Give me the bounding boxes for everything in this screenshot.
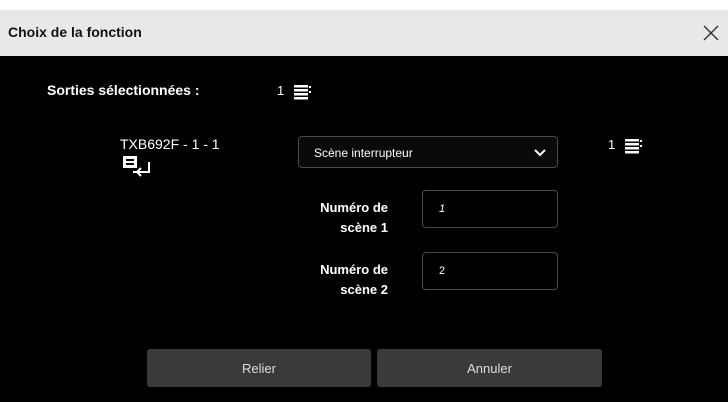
- selected-outputs-count: 1: [277, 83, 285, 98]
- scene-1-input[interactable]: [422, 190, 558, 228]
- close-icon[interactable]: [700, 22, 722, 44]
- selected-outputs-label: Sorties sélectionnées :: [47, 82, 200, 98]
- cancel-button[interactable]: Annuler: [377, 349, 602, 387]
- device-name: TXB692F - 1 - 1: [120, 136, 220, 152]
- function-choice-dialog: Choix de la fonction Sorties sélectionné…: [0, 10, 728, 402]
- function-select[interactable]: Scène interrupteur: [298, 136, 558, 168]
- output-count: 1: [608, 137, 616, 152]
- function-select-value: Scène interrupteur: [314, 146, 413, 160]
- outputs-stack-icon: [294, 85, 311, 100]
- scene-2-label: Numéro de scène 2: [320, 262, 388, 297]
- scene-2-input[interactable]: [422, 252, 558, 290]
- dialog-titlebar: Choix de la fonction: [0, 10, 728, 56]
- link-button[interactable]: Relier: [147, 349, 371, 387]
- scene-1-label: Numéro de scène 1: [320, 200, 388, 235]
- dialog-title: Choix de la fonction: [8, 24, 142, 40]
- device-link-icon: [123, 156, 150, 177]
- chevron-down-icon: [534, 149, 546, 157]
- outputs-stack-icon: [625, 139, 642, 154]
- dialog-body: Sorties sélectionnées : 1 TXB692F - 1 - …: [0, 56, 728, 402]
